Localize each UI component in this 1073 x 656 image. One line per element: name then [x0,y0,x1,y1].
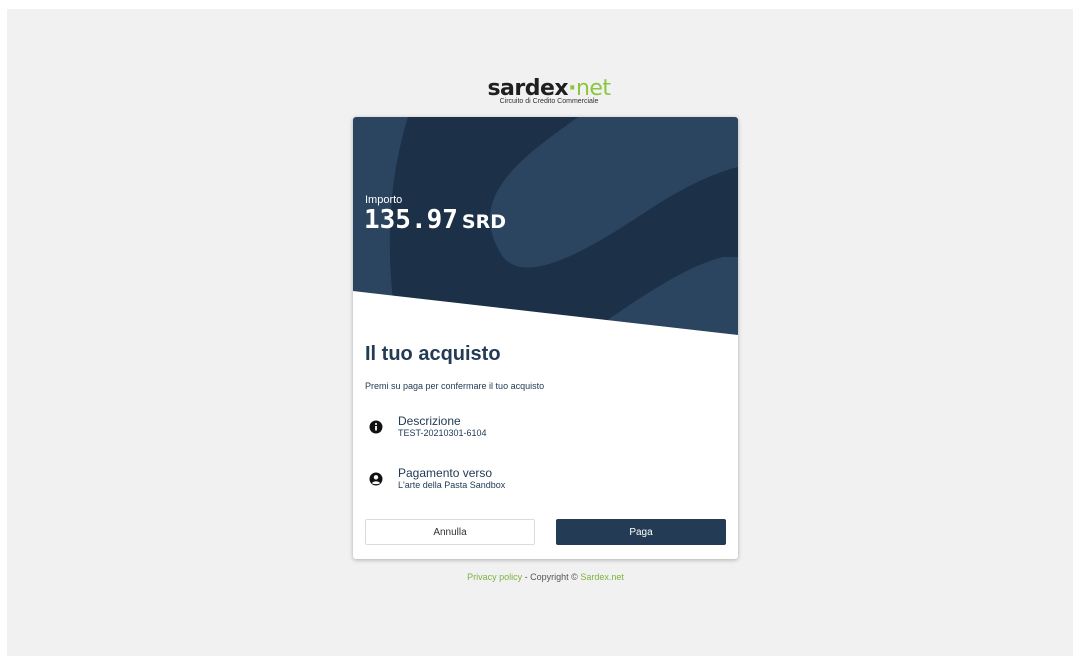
recipient-value: L'arte della Pasta Sandbox [398,480,506,490]
amount-currency: SRD [461,211,507,233]
amount-header: Importo 135.97 SRD [353,117,738,337]
amount-display: 135.97 SRD [364,205,506,235]
cancel-button[interactable]: Annulla [365,519,535,545]
user-circle-icon [369,472,383,486]
privacy-policy-link[interactable]: Privacy policy [467,572,522,582]
footer: Privacy policy - Copyright © Sardex.net [353,572,738,582]
logo-wordmark: sardex·net [487,76,611,101]
amount-value: 135.97 [364,205,458,235]
pay-button[interactable]: Paga [556,519,726,545]
description-label: Descrizione [398,414,461,428]
logo-tagline: Circuito di Credito Commerciale [499,98,599,105]
description-row: Descrizione TEST-20210301-6104 [365,415,725,445]
copyright-text: - Copyright © [522,572,581,582]
payment-card: Importo 135.97 SRD Il tuo acquisto Premi … [353,117,738,559]
recipient-label: Pagamento verso [398,466,493,480]
sardex-link[interactable]: Sardex.net [580,572,624,582]
sardex-logo: sardex·net Circuito di Credito Commercia… [479,78,619,108]
recipient-row: Pagamento verso L'arte della Pasta Sandb… [365,467,725,497]
description-value: TEST-20210301-6104 [398,428,487,438]
purchase-title: Il tuo acquisto [365,343,501,365]
info-circle-icon [369,420,383,434]
purchase-subtitle: Premi su paga per confermare il tuo acqu… [365,381,545,391]
